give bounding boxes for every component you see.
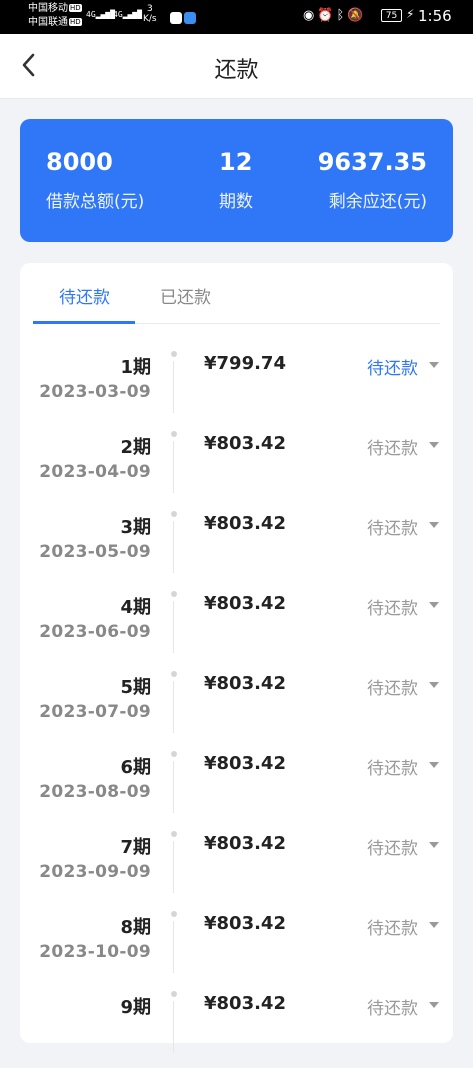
caret-down-icon[interactable] xyxy=(429,842,439,848)
timeline-line xyxy=(173,761,174,813)
active-tab-indicator xyxy=(33,321,135,324)
timeline-dot xyxy=(171,431,177,437)
timeline-line xyxy=(173,681,174,733)
timeline-line xyxy=(173,601,174,653)
installment-row[interactable]: 1期 2023-03-09 ¥799.74 待还款 xyxy=(20,348,453,428)
status-label[interactable]: 待还款 xyxy=(367,674,418,699)
installment-row[interactable]: 4期 2023-06-09 ¥803.42 待还款 xyxy=(20,588,453,668)
signal-icon-2: 4G▂▄▆█ xyxy=(113,10,142,19)
installment-row[interactable]: 9期 ¥803.42 待还款 xyxy=(20,988,453,1068)
signal-icon-1: 4G▂▄▆█ xyxy=(86,10,115,19)
bluetooth-icon: ᛒ xyxy=(336,8,348,23)
timeline-line xyxy=(173,841,174,893)
network-speed: 3 K/s xyxy=(143,4,157,24)
tab-repaid[interactable]: 已还款 xyxy=(160,283,211,308)
remaining-amount: 9637.35 剩余应还(元) xyxy=(317,148,427,212)
eye-icon: ◉ xyxy=(303,8,318,23)
charging-icon: ⚡ xyxy=(406,7,415,21)
tab-pending[interactable]: 待还款 xyxy=(59,283,110,308)
status-label[interactable]: 待还款 xyxy=(367,594,418,619)
status-label[interactable]: 待还款 xyxy=(367,914,418,939)
timeline-line xyxy=(173,1001,174,1053)
status-label[interactable]: 待还款 xyxy=(367,434,418,459)
notification-icons xyxy=(170,9,198,28)
total-amount: 8000 借款总额(元) xyxy=(46,148,145,212)
caret-down-icon[interactable] xyxy=(429,442,439,448)
timeline-line xyxy=(173,361,174,413)
mute-icon: 🔕 xyxy=(347,8,367,23)
battery-icon: 75 xyxy=(381,9,402,22)
repayment-list-card: 待还款 已还款 1期 2023-03-09 ¥799.74 待还款 2期 202… xyxy=(20,263,453,1053)
clock: 1:56 xyxy=(418,7,452,25)
timeline-dot xyxy=(171,911,177,917)
caret-down-icon[interactable] xyxy=(429,522,439,528)
system-icons: ◉⏰ᛒ🔕 xyxy=(303,8,367,23)
caret-down-icon[interactable] xyxy=(429,1002,439,1008)
status-label[interactable]: 待还款 xyxy=(367,754,418,779)
status-label[interactable]: 待还款 xyxy=(367,354,418,379)
carrier-2: 中国联通 HD xyxy=(28,17,82,28)
page-title: 还款 xyxy=(214,58,259,83)
installment-row[interactable]: 7期 2023-09-09 ¥803.42 待还款 xyxy=(20,828,453,908)
alarm-icon: ⏰ xyxy=(317,8,337,23)
status-label[interactable]: 待还款 xyxy=(367,514,418,539)
timeline-dot xyxy=(171,991,177,997)
nav-bar: 还款 xyxy=(0,34,473,99)
caret-down-icon[interactable] xyxy=(429,922,439,928)
installment-row[interactable]: 6期 2023-08-09 ¥803.42 待还款 xyxy=(20,748,453,828)
installment-row[interactable]: 5期 2023-07-09 ¥803.42 待还款 xyxy=(20,668,453,748)
status-label[interactable]: 待还款 xyxy=(367,834,418,859)
caret-down-icon[interactable] xyxy=(429,602,439,608)
timeline-dot xyxy=(171,591,177,597)
caret-down-icon[interactable] xyxy=(429,362,439,368)
period-count: 12 期数 xyxy=(219,148,253,212)
timeline-dot xyxy=(171,351,177,357)
installment-row[interactable]: 8期 2023-10-09 ¥803.42 待还款 xyxy=(20,908,453,988)
timeline-line xyxy=(173,921,174,973)
status-label[interactable]: 待还款 xyxy=(367,994,418,1019)
timeline-dot xyxy=(171,751,177,757)
tab-bar: 待还款 已还款 xyxy=(33,263,440,324)
status-bar: 中国移动 HD 中国联通 HD 4G▂▄▆█ 4G▂▄▆█ 3 K/s ◉⏰ᛒ🔕 7… xyxy=(0,0,473,34)
carrier-1: 中国移动 HD xyxy=(28,3,82,14)
message-app-icon xyxy=(170,12,182,24)
timeline-dot xyxy=(171,671,177,677)
timeline-dot xyxy=(171,511,177,517)
caret-down-icon[interactable] xyxy=(429,762,439,768)
installment-row[interactable]: 2期 2023-04-09 ¥803.42 待还款 xyxy=(20,428,453,508)
timeline-dot xyxy=(171,831,177,837)
timeline-line xyxy=(173,441,174,493)
installment-row[interactable]: 3期 2023-05-09 ¥803.42 待还款 xyxy=(20,508,453,588)
caret-down-icon[interactable] xyxy=(429,682,439,688)
loan-summary-card: 8000 借款总额(元) 12 期数 9637.35 剩余应还(元) xyxy=(20,119,453,242)
timeline-line xyxy=(173,521,174,573)
browser-app-icon xyxy=(184,12,196,24)
